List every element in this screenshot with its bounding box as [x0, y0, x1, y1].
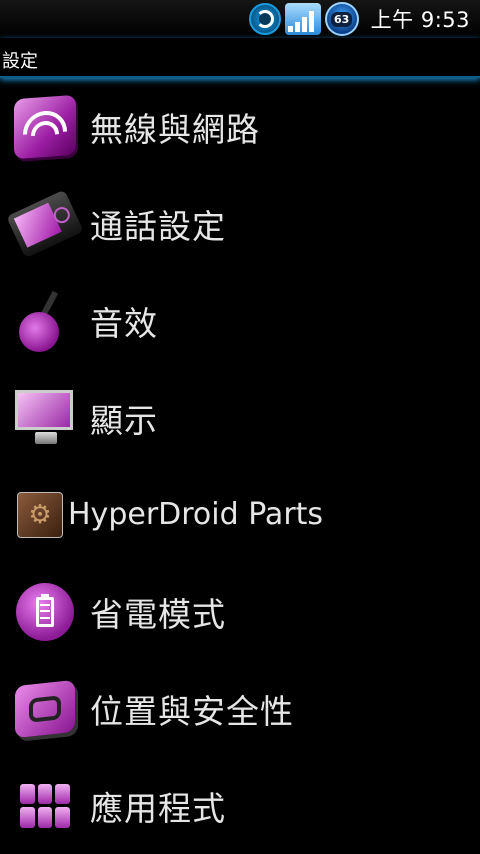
- settings-item-wireless[interactable]: 無線與網路: [0, 78, 480, 175]
- battery-saver-icon: [16, 582, 74, 641]
- wifi-icon: [13, 94, 77, 164]
- phone-icon: [6, 189, 84, 258]
- settings-item-label: 通話設定: [90, 206, 226, 246]
- settings-item-label: 音效: [90, 303, 158, 343]
- settings-item-label: 無線與網路: [90, 109, 260, 149]
- hyperdroid-icon: ⚙: [17, 491, 63, 538]
- apps-icon: [20, 783, 70, 828]
- settings-item-display[interactable]: 顯示: [0, 369, 480, 466]
- settings-list: 無線與網路 通話設定 音效 顯示 ⚙ HyperDroid Parts 省電模式…: [0, 78, 480, 854]
- page-title: 設定: [2, 51, 38, 72]
- aperture-icon: [248, 3, 281, 35]
- settings-item-apps[interactable]: 應用程式: [0, 757, 480, 854]
- settings-item-security[interactable]: 位置與安全性: [0, 660, 480, 757]
- lock-icon: [15, 679, 75, 738]
- settings-item-sound[interactable]: 音效: [0, 272, 480, 369]
- signal-icon: [284, 3, 321, 35]
- guitar-icon: [15, 286, 75, 356]
- settings-item-hyperdroid[interactable]: ⚙ HyperDroid Parts: [0, 466, 480, 563]
- clock: 上午 9:53: [370, 8, 470, 32]
- settings-item-label: HyperDroid Parts: [68, 497, 324, 532]
- status-bar: 63 上午 9:53: [0, 0, 480, 38]
- battery-icon: 63: [324, 2, 359, 36]
- settings-item-label: 應用程式: [90, 788, 226, 828]
- settings-item-call[interactable]: 通話設定: [0, 175, 480, 272]
- settings-item-power-saving[interactable]: 省電模式: [0, 563, 480, 660]
- monitor-icon: [15, 389, 75, 446]
- settings-item-label: 位置與安全性: [90, 691, 294, 731]
- battery-level: 63: [331, 11, 353, 27]
- title-bar: 設定: [0, 38, 480, 78]
- settings-item-label: 省電模式: [90, 594, 226, 634]
- settings-item-label: 顯示: [90, 400, 158, 440]
